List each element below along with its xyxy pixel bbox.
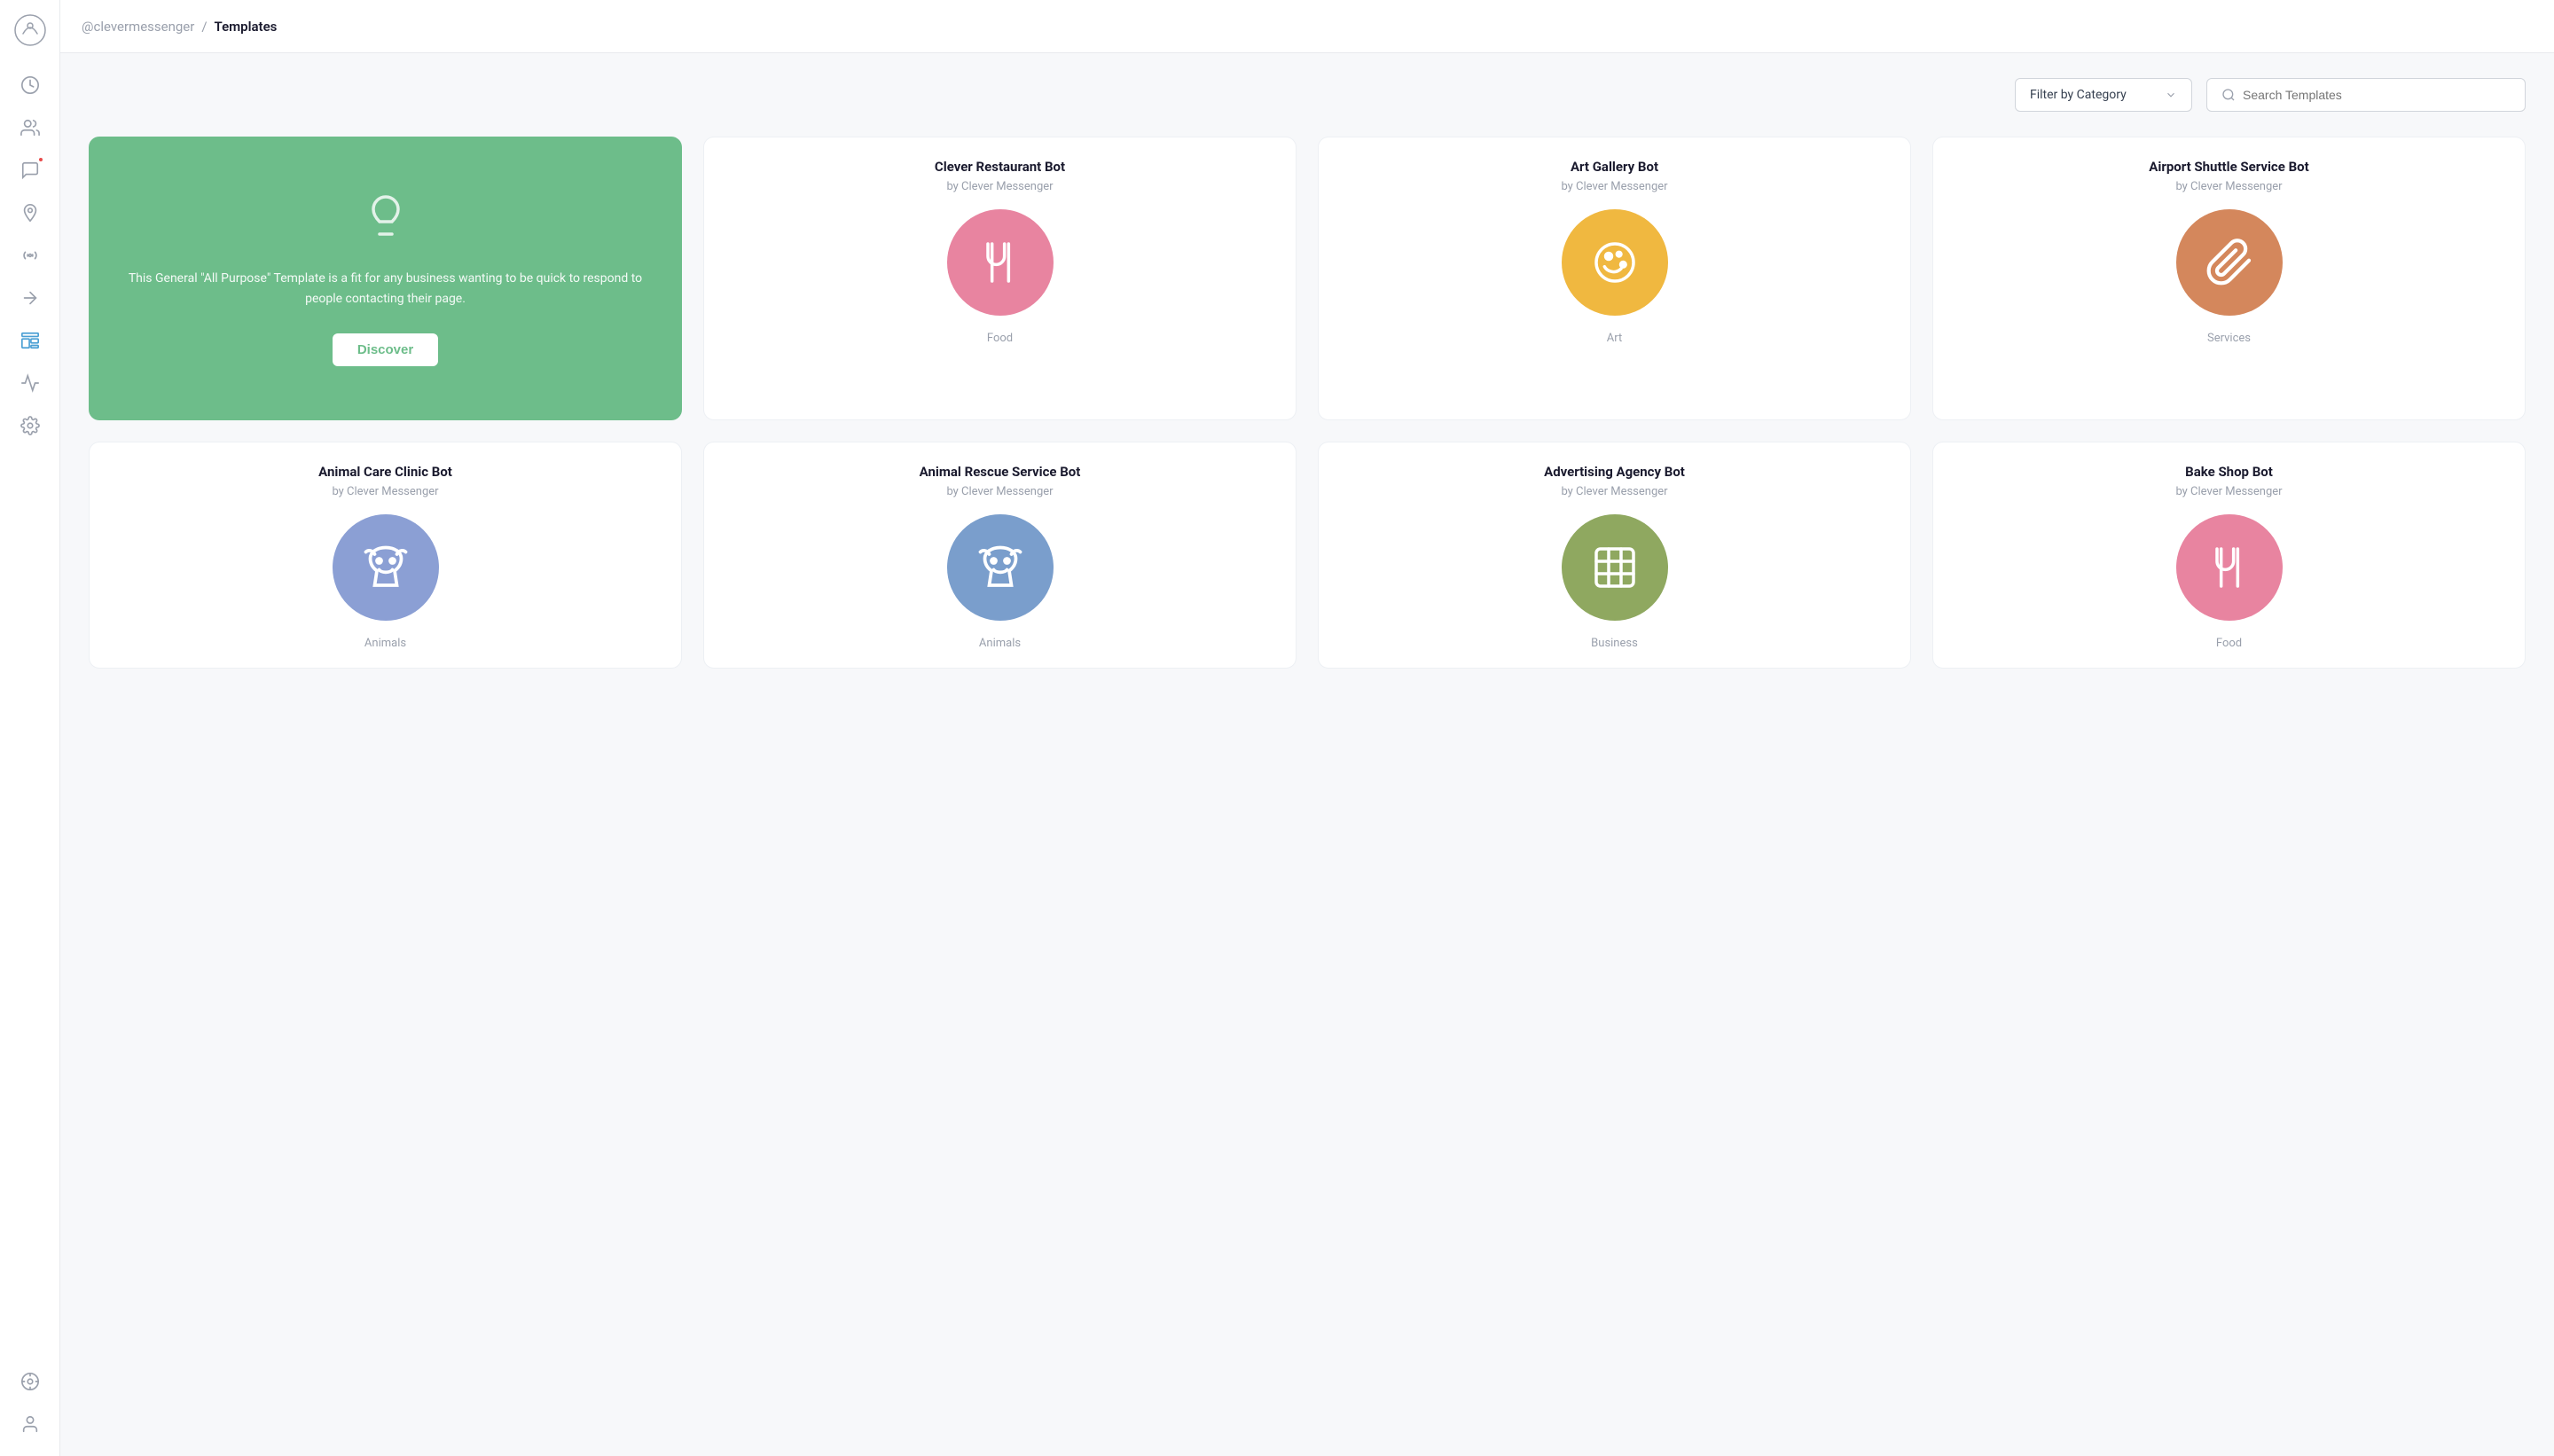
filter-label: Filter by Category (2030, 88, 2127, 102)
template-card-bake-shop[interactable]: Bake Shop Bot by Clever Messenger Food (1932, 442, 2526, 669)
template-category: Business (1591, 637, 1638, 650)
template-card-airport-shuttle[interactable]: Airport Shuttle Service Bot by Clever Me… (1932, 137, 2526, 420)
template-card-animal-rescue[interactable]: Animal Rescue Service Bot by Clever Mess… (703, 442, 1297, 669)
search-input[interactable] (2243, 88, 2511, 102)
lightbulb-icon (361, 191, 411, 251)
discover-button[interactable]: Discover (333, 333, 438, 366)
template-card-advertising[interactable]: Advertising Agency Bot by Clever Messeng… (1318, 442, 1911, 669)
feature-card[interactable]: This General "All Purpose" Template is a… (89, 137, 682, 420)
template-icon (2176, 514, 2283, 621)
template-category: Art (1607, 332, 1622, 345)
template-author: by Clever Messenger (332, 485, 438, 498)
breadcrumb-current: Templates (215, 19, 278, 35)
template-author: by Clever Messenger (946, 180, 1053, 193)
template-icon (947, 209, 1054, 316)
broadcast-icon[interactable] (11, 236, 50, 275)
template-icon (947, 514, 1054, 621)
main-content: @clevermessenger / Templates Filter by C… (60, 0, 2554, 1456)
template-title: Bake Shop Bot (2185, 464, 2273, 480)
template-author: by Clever Messenger (2175, 180, 2282, 193)
analytics-icon[interactable] (11, 364, 50, 403)
template-title: Animal Care Clinic Bot (318, 464, 452, 480)
template-title: Animal Rescue Service Bot (920, 464, 1081, 480)
template-card-art-gallery[interactable]: Art Gallery Bot by Clever Messenger Art (1318, 137, 1911, 420)
template-title: Clever Restaurant Bot (935, 159, 1065, 175)
breadcrumb-separator: / (201, 19, 207, 35)
contacts-icon[interactable] (11, 108, 50, 147)
template-icon (1562, 209, 1668, 316)
filter-by-category-dropdown[interactable]: Filter by Category (2015, 78, 2192, 112)
template-category: Food (2216, 637, 2242, 650)
template-title: Airport Shuttle Service Bot (2149, 159, 2308, 175)
sidebar (0, 0, 60, 1456)
settings-icon[interactable] (11, 406, 50, 445)
template-icon (1562, 514, 1668, 621)
toolbar: Filter by Category (89, 78, 2526, 112)
template-author: by Clever Messenger (1561, 180, 1667, 193)
template-category: Animals (364, 637, 406, 650)
template-title: Art Gallery Bot (1571, 159, 1658, 175)
search-icon (2221, 88, 2236, 102)
template-grid: This General "All Purpose" Template is a… (89, 137, 2526, 669)
template-category: Services (2207, 332, 2251, 345)
dashboard-icon[interactable] (11, 66, 50, 105)
search-templates-wrapper[interactable] (2206, 78, 2526, 112)
template-title: Advertising Agency Bot (1544, 464, 1685, 480)
template-category: Food (987, 332, 1013, 345)
feature-card-text: This General "All Purpose" Template is a… (110, 269, 661, 309)
template-author: by Clever Messenger (2175, 485, 2282, 498)
profile-icon[interactable] (11, 1405, 50, 1444)
breadcrumb: @clevermessenger / Templates (82, 19, 277, 35)
templates-icon[interactable] (11, 321, 50, 360)
template-category: Animals (979, 637, 1021, 650)
template-icon (2176, 209, 2283, 316)
template-icon (333, 514, 439, 621)
breadcrumb-org: @clevermessenger (82, 19, 194, 35)
template-card-animal-care[interactable]: Animal Care Clinic Bot by Clever Messeng… (89, 442, 682, 669)
app-logo (11, 11, 50, 50)
chevron-down-icon (2165, 89, 2177, 101)
wheel-icon[interactable] (11, 1362, 50, 1401)
content-area: Filter by Category This General "All Pur… (60, 53, 2554, 1456)
tools-icon[interactable] (11, 278, 50, 317)
template-author: by Clever Messenger (1561, 485, 1667, 498)
messages-icon[interactable] (11, 151, 50, 190)
topbar: @clevermessenger / Templates (60, 0, 2554, 53)
leads-icon[interactable] (11, 193, 50, 232)
template-card-restaurant[interactable]: Clever Restaurant Bot by Clever Messenge… (703, 137, 1297, 420)
template-author: by Clever Messenger (946, 485, 1053, 498)
